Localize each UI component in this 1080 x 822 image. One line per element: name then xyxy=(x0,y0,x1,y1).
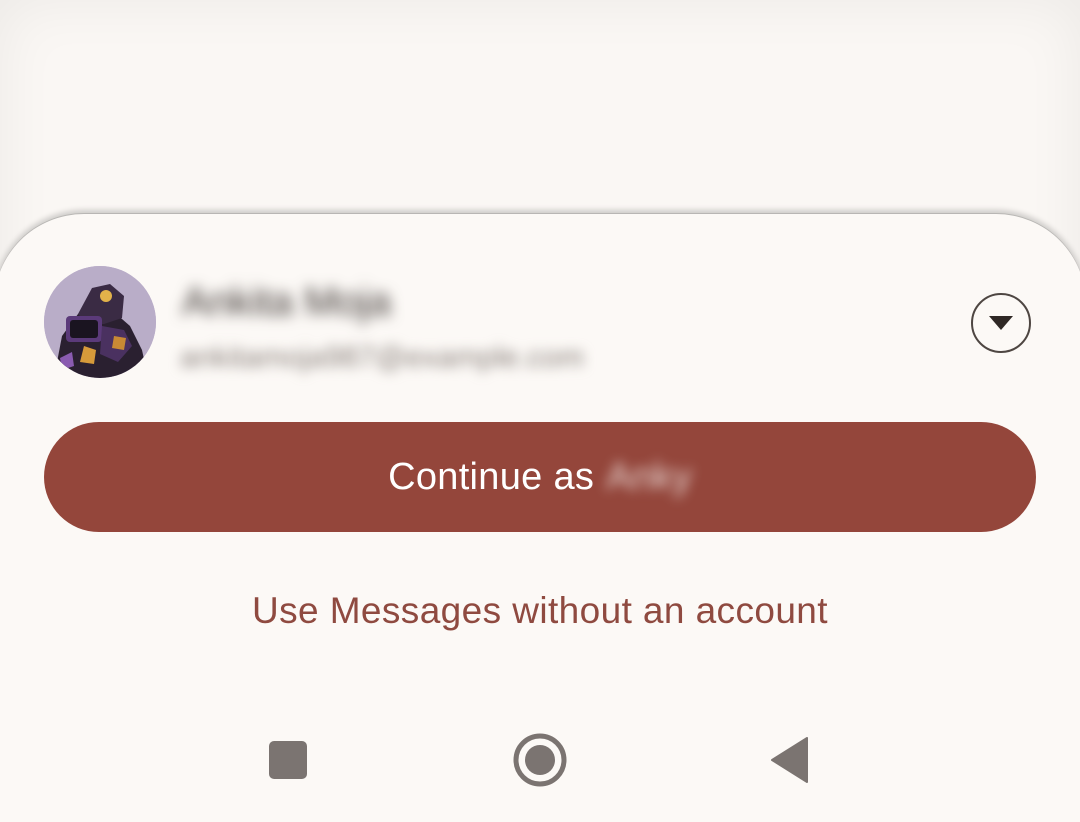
triangle-back-icon xyxy=(771,737,808,783)
account-name: Ankita Moja xyxy=(182,280,391,324)
continue-label: Continue as xyxy=(388,455,595,498)
back-button[interactable] xyxy=(752,722,828,798)
account-dropdown-button[interactable] xyxy=(971,293,1031,353)
screen: Ankita Moja ankitamoja987@example.com Co… xyxy=(0,0,1080,822)
circle-home-icon xyxy=(513,733,567,787)
continue-as-button[interactable]: Continue as Anky xyxy=(44,422,1036,532)
avatar xyxy=(44,266,156,378)
continue-account-name: Anky xyxy=(606,455,692,498)
recents-button[interactable] xyxy=(250,722,326,798)
avatar-image xyxy=(44,266,156,378)
use-without-account-link[interactable]: Use Messages without an account xyxy=(0,588,1080,634)
home-button[interactable] xyxy=(502,722,578,798)
square-recents-icon xyxy=(269,741,307,779)
chevron-down-icon xyxy=(989,316,1013,330)
system-nav-bar xyxy=(0,722,1080,798)
account-email: ankitamoja987@example.com xyxy=(180,341,584,374)
